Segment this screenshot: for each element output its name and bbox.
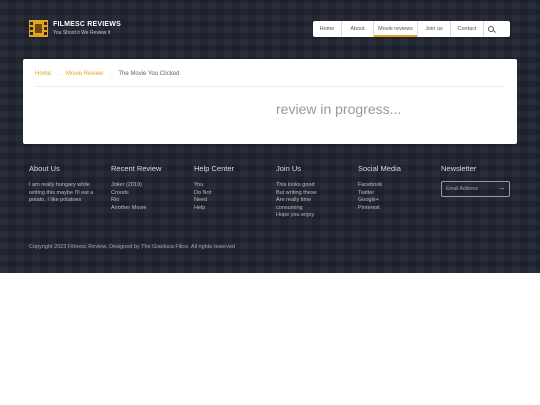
footer-recent-review: Recent Review Joker (2019) Croods Rio An…: [111, 164, 186, 212]
footer-social-media: Social Media Facebook Twitter Google+ Pi…: [358, 164, 433, 212]
breadcrumb: Home → Movie Review → The Movie You Clic…: [35, 71, 179, 77]
footer-link[interactable]: consuming: [276, 205, 351, 213]
footer-join-us: Join Us This looks good But writing thes…: [276, 164, 351, 220]
breadcrumb-movie-review[interactable]: Movie Review: [66, 71, 103, 77]
social-link-pinterest[interactable]: Pinterest: [358, 205, 433, 213]
copyright-text: Copyright 2023 Filmesc Review, Designed …: [29, 244, 235, 250]
brand-tagline: You Shoot it We Review it: [53, 30, 111, 36]
footer-heading-join: Join Us: [276, 164, 302, 173]
breadcrumb-current: The Movie You Clicked: [118, 71, 180, 77]
film-reel-icon: [29, 20, 48, 37]
social-link-google-plus[interactable]: Google+: [358, 197, 433, 205]
footer-heading-recent: Recent Review: [111, 164, 162, 173]
footer-link[interactable]: Croods: [111, 190, 186, 198]
hero-section: FILMESC REVIEWS You Shoot it We Review i…: [0, 0, 540, 273]
newsletter-form: →: [441, 181, 510, 197]
footer-link[interactable]: This looks good: [276, 182, 351, 190]
main-nav: Home About Movie reviews Join us Contact: [313, 21, 510, 37]
review-status-text: review in progress...: [276, 101, 402, 117]
footer-link[interactable]: Need: [194, 197, 269, 205]
footer-link[interactable]: Are really time: [276, 197, 351, 205]
footer-newsletter: Newsletter: [441, 164, 516, 182]
newsletter-email-input[interactable]: [446, 182, 496, 196]
divider: [35, 86, 505, 87]
content-card: Home → Movie Review → The Movie You Clic…: [23, 59, 517, 144]
footer-link[interactable]: Rio: [111, 197, 186, 205]
footer-link[interactable]: But writing these: [276, 190, 351, 198]
brand-title: FILMESC REVIEWS: [53, 21, 121, 28]
nav-item-join-us[interactable]: Join us: [418, 21, 450, 37]
footer-link[interactable]: Hope you enjoy: [276, 212, 351, 220]
footer-link[interactable]: Another Movie: [111, 205, 186, 213]
footer-help-center: Help Center You Do Not Need Help: [194, 164, 269, 212]
search-icon[interactable]: [484, 21, 498, 37]
social-link-twitter[interactable]: Twitter: [358, 190, 433, 198]
footer-heading-newsletter: Newsletter: [441, 164, 477, 173]
footer-link[interactable]: Help: [194, 205, 269, 213]
breadcrumb-separator: →: [108, 71, 114, 77]
nav-item-movie-reviews[interactable]: Movie reviews: [374, 21, 417, 37]
site-logo[interactable]: FILMESC REVIEWS You Shoot it We Review i…: [29, 20, 121, 37]
nav-item-contact[interactable]: Contact: [451, 21, 483, 37]
footer-link[interactable]: You: [194, 182, 269, 190]
social-link-facebook[interactable]: Facebook: [358, 182, 433, 190]
nav-item-home[interactable]: Home: [313, 21, 341, 37]
footer-heading-social: Social Media: [358, 164, 401, 173]
arrow-right-icon[interactable]: →: [498, 182, 505, 196]
footer-heading-about: About Us: [29, 164, 60, 173]
footer-about-text: I am really hungary while writing this m…: [29, 182, 94, 204]
footer-link[interactable]: Joker (2019): [111, 182, 186, 190]
breadcrumb-home[interactable]: Home: [35, 71, 51, 77]
nav-item-about[interactable]: About: [342, 21, 373, 37]
footer-link[interactable]: Do Not: [194, 190, 269, 198]
footer-about: About Us I am really hungary while writi…: [29, 164, 104, 205]
footer-heading-help: Help Center: [194, 164, 235, 173]
breadcrumb-separator: →: [56, 71, 62, 77]
